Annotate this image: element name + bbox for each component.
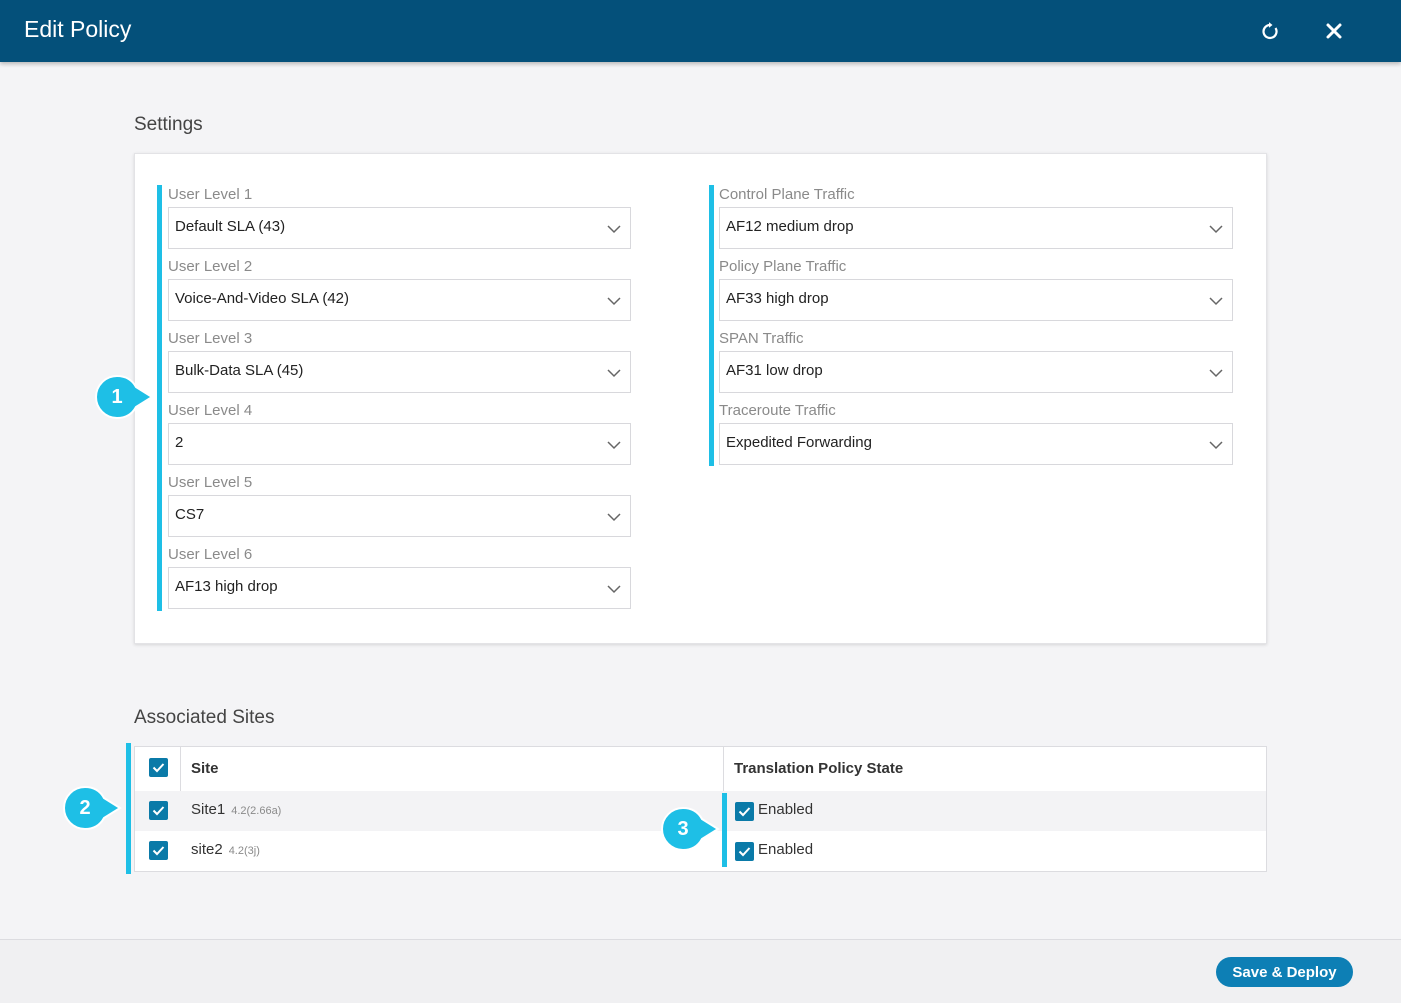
settings-title: Settings [134,114,203,135]
site-name: site2 [191,841,223,858]
user-level-6-label: User Level 6 [168,546,253,563]
user-level-2-value: Voice-And-Video SLA (42) [175,290,350,307]
callout-2-highlight-bar [126,743,131,874]
site-name: Site1 [191,801,226,818]
user-level-4-value: 2 [175,434,184,451]
associated-sites-title: Associated Sites [134,707,275,728]
user-level-6-select[interactable]: AF13 high drop [168,567,631,609]
right-highlight-bar [709,185,714,466]
chevron-down-icon [607,513,621,522]
site1-enabled-checkbox[interactable] [735,802,754,821]
save-and-deploy-button[interactable]: Save & Deploy [1216,957,1353,987]
chevron-down-icon [607,369,621,378]
user-level-1-value: Default SLA (43) [175,218,286,235]
user-level-2-label: User Level 2 [168,258,253,275]
site2-state-label: Enabled [758,841,814,858]
callout-2-number: 2 [79,796,91,819]
checkmark-icon [738,847,751,857]
checkmark-icon [152,763,165,773]
site-version: 4.2(2.66a) [231,805,282,817]
traceroute-traffic-value: Expedited Forwarding [726,434,872,451]
dialog-title: Edit Policy [24,16,132,42]
select-all-checkbox[interactable] [149,758,168,777]
callout-3: 3 [660,806,720,852]
checkmark-icon [152,846,165,856]
policy-plane-traffic-label: Policy Plane Traffic [719,258,847,275]
user-level-3-label: User Level 3 [168,330,253,347]
span-traffic-label: SPAN Traffic [719,330,804,347]
user-level-5-value: CS7 [175,506,205,523]
user-level-3-value: Bulk-Data SLA (45) [175,362,304,379]
chevron-down-icon [1209,369,1223,378]
user-level-3-select[interactable]: Bulk-Data SLA (45) [168,351,631,393]
chevron-down-icon [607,441,621,450]
control-plane-traffic-value: AF12 medium drop [726,218,854,235]
control-plane-traffic-select[interactable]: AF12 medium drop [719,207,1233,249]
user-level-1-label: User Level 1 [168,186,253,203]
callout-3-number: 3 [677,817,689,840]
table-row-site-cell: site2 4.2(3j) [191,841,260,858]
callout-2: 2 [62,785,122,831]
policy-plane-traffic-value: AF33 high drop [726,290,829,307]
user-level-5-label: User Level 5 [168,474,253,491]
control-plane-traffic-label: Control Plane Traffic [719,186,855,203]
column-divider [180,747,181,791]
chevron-down-icon [607,585,621,594]
column-divider [723,747,724,791]
checkmark-icon [152,806,165,816]
site1-row-checkbox[interactable] [149,801,168,820]
user-level-5-select[interactable]: CS7 [168,495,631,537]
chevron-down-icon [1209,297,1223,306]
callout-1: 1 [94,374,154,420]
site2-enabled-checkbox[interactable] [735,842,754,861]
translation-policy-state-column-header[interactable]: Translation Policy State [734,760,903,777]
refresh-icon[interactable] [1259,20,1281,42]
close-icon[interactable] [1323,20,1345,42]
user-level-4-label: User Level 4 [168,402,253,419]
site-version: 4.2(3j) [228,845,260,857]
callout-1-number: 1 [111,385,123,408]
dialog-header: Edit Policy [0,0,1401,62]
user-level-4-select[interactable]: 2 [168,423,631,465]
checkmark-icon [738,807,751,817]
dialog-footer [0,939,1401,1003]
site2-row-checkbox[interactable] [149,841,168,860]
site-column-header[interactable]: Site [191,760,219,777]
traceroute-traffic-select[interactable]: Expedited Forwarding [719,423,1233,465]
chevron-down-icon [1209,225,1223,234]
table-row-site-cell: Site1 4.2(2.66a) [191,801,281,818]
traceroute-traffic-label: Traceroute Traffic [719,402,836,419]
site1-state-label: Enabled [758,801,814,818]
callout-1-highlight-bar [157,185,162,611]
user-level-6-value: AF13 high drop [175,578,278,595]
chevron-down-icon [607,225,621,234]
callout-3-highlight-bar [722,793,727,867]
user-level-2-select[interactable]: Voice-And-Video SLA (42) [168,279,631,321]
chevron-down-icon [607,297,621,306]
chevron-down-icon [1209,441,1223,450]
span-traffic-value: AF31 low drop [726,362,823,379]
user-level-1-select[interactable]: Default SLA (43) [168,207,631,249]
span-traffic-select[interactable]: AF31 low drop [719,351,1233,393]
policy-plane-traffic-select[interactable]: AF33 high drop [719,279,1233,321]
